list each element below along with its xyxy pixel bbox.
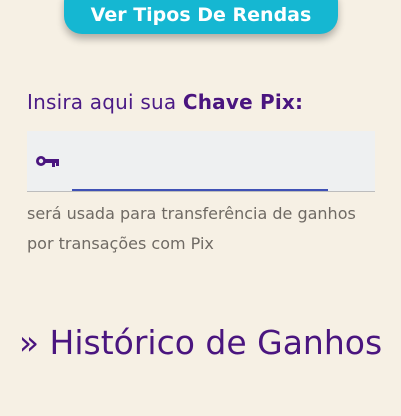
ver-tipos-de-rendas-label: Ver Tipos De Rendas bbox=[90, 3, 312, 26]
key-icon bbox=[36, 156, 59, 167]
pix-label-prefix: Insira aqui sua bbox=[27, 90, 177, 114]
pix-helper-text: será usada para transferência de ganhos … bbox=[27, 204, 356, 253]
pix-key-input[interactable] bbox=[72, 141, 328, 191]
pix-label-emphasis: Chave Pix: bbox=[182, 90, 304, 114]
historico-de-ganhos-heading[interactable]: » Histórico de Ganhos bbox=[0, 318, 401, 368]
pix-key-field[interactable] bbox=[27, 131, 375, 192]
ver-tipos-de-rendas-button[interactable]: Ver Tipos De Rendas bbox=[64, 0, 338, 34]
pix-field-label: Insira aqui sua Chave Pix: bbox=[27, 90, 303, 114]
